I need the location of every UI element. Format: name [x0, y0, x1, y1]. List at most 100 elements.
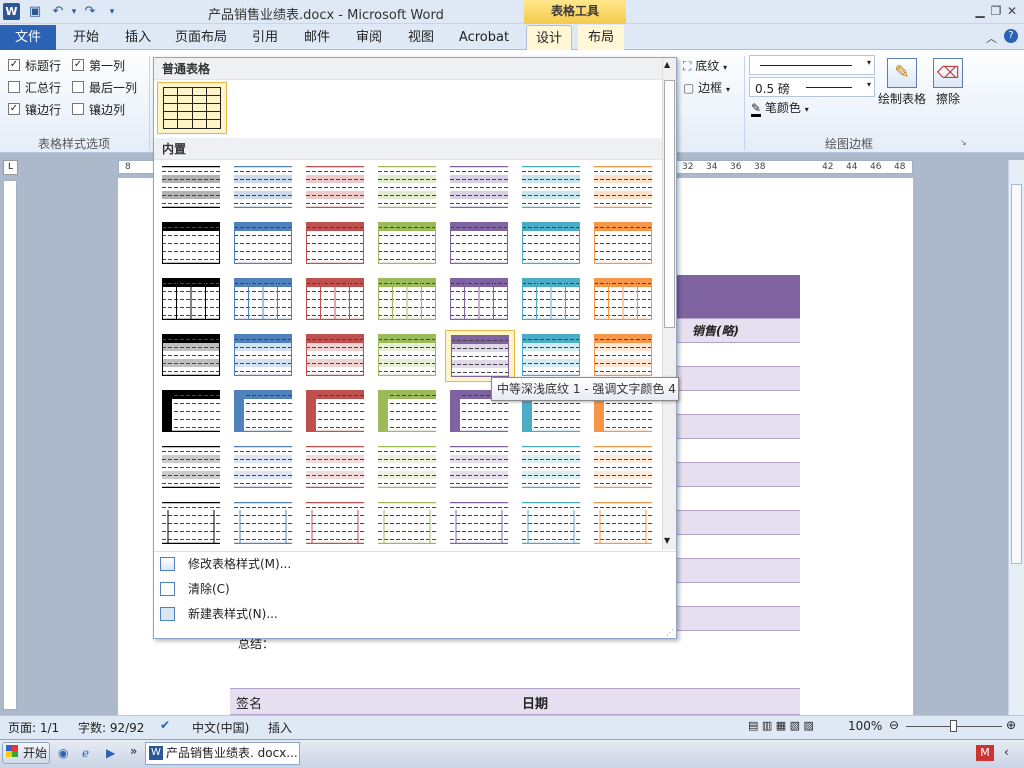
tab-home[interactable]: 开始: [64, 25, 108, 50]
style-thumb-0-1[interactable]: [229, 162, 299, 214]
internet-explorer-icon[interactable]: ℯ: [82, 746, 89, 760]
style-thumb-2-6[interactable]: [589, 274, 659, 326]
total-row-checkbox[interactable]: [8, 81, 20, 93]
style-thumb-2-5[interactable]: [517, 274, 587, 326]
new-table-style-menu-item[interactable]: 新建表样式(N)...: [154, 602, 676, 626]
gallery-scrollbar[interactable]: ▲ ▼: [662, 58, 676, 550]
style-thumb-2-2[interactable]: [301, 274, 371, 326]
style-thumb-4-3[interactable]: [373, 386, 443, 438]
summary-row[interactable]: 总结：: [230, 631, 800, 689]
tab-references[interactable]: 引用: [244, 25, 286, 50]
style-thumb-0-5[interactable]: [517, 162, 587, 214]
style-thumb-1-4[interactable]: [445, 218, 515, 270]
style-thumb-6-3[interactable]: [373, 498, 443, 550]
style-thumb-6-4[interactable]: [445, 498, 515, 550]
draw-table-button[interactable]: ✎ 绘制表格: [876, 56, 928, 112]
tab-view[interactable]: 视图: [400, 25, 442, 50]
style-thumb-5-0[interactable]: [157, 442, 227, 494]
tab-mailings[interactable]: 邮件: [296, 25, 338, 50]
line-weight-select[interactable]: 0.5 磅 ▾: [749, 77, 875, 97]
quicklaunch-icon[interactable]: ◉: [58, 746, 68, 760]
first-column-checkbox[interactable]: ✓: [72, 59, 84, 71]
style-thumb-2-3[interactable]: [373, 274, 443, 326]
style-thumb-3-2[interactable]: [301, 330, 371, 382]
style-thumb-1-1[interactable]: [229, 218, 299, 270]
page-count[interactable]: 页面: 1/1: [8, 719, 59, 736]
style-thumb-2-4[interactable]: [445, 274, 515, 326]
customize-quick-access-icon[interactable]: ▾: [104, 4, 120, 20]
save-icon[interactable]: ▣: [27, 4, 43, 20]
scroll-down-icon[interactable]: ▼: [664, 536, 670, 545]
tray-chevron-icon[interactable]: ‹: [1004, 745, 1009, 759]
style-thumb-4-2[interactable]: [301, 386, 371, 438]
word-count[interactable]: 字数: 92/92: [78, 719, 144, 736]
vertical-ruler[interactable]: [3, 180, 17, 710]
banded-columns-checkbox[interactable]: [72, 103, 84, 115]
style-thumb-0-4[interactable]: [445, 162, 515, 214]
scrollbar-thumb[interactable]: [1011, 184, 1022, 564]
style-thumb-6-1[interactable]: [229, 498, 299, 550]
style-thumb-1-6[interactable]: [589, 218, 659, 270]
word-app-icon[interactable]: W: [3, 3, 20, 20]
style-thumb-0-3[interactable]: [373, 162, 443, 214]
style-thumb-5-4[interactable]: [445, 442, 515, 494]
gallery-scroll-thumb[interactable]: [664, 80, 675, 328]
pen-color-button[interactable]: ✎ 笔颜色 ▾: [751, 99, 823, 117]
tab-insert[interactable]: 插入: [116, 25, 160, 50]
tab-layout[interactable]: 布局: [578, 25, 624, 50]
style-thumb-0-2[interactable]: [301, 162, 371, 214]
redo-icon[interactable]: ↷: [82, 4, 98, 20]
style-thumb-6-5[interactable]: [517, 498, 587, 550]
style-thumb-4-1[interactable]: [229, 386, 299, 438]
zoom-slider-thumb[interactable]: [950, 720, 957, 732]
table-styles-gallery[interactable]: 普通表格 内置 ▲ ▼ 修改表格样式(M)... 清除(C) 新建表样式(N).…: [153, 57, 677, 639]
last-column-checkbox[interactable]: [72, 81, 84, 93]
tab-page-layout[interactable]: 页面布局: [168, 25, 234, 50]
undo-dropdown-icon[interactable]: ▾: [66, 4, 82, 20]
style-thumb-1-0[interactable]: [157, 218, 227, 270]
collapse-ribbon-icon[interactable]: ︿: [986, 30, 997, 46]
builtin-styles-grid[interactable]: [154, 162, 662, 550]
restore-icon[interactable]: ❐: [988, 3, 1004, 19]
eraser-button[interactable]: ⌫ 擦除: [930, 56, 966, 112]
borders-button[interactable]: ▢ 边框 ▾: [683, 79, 743, 97]
style-thumb-6-6[interactable]: [589, 498, 659, 550]
style-thumb-3-5[interactable]: [517, 330, 587, 382]
zoom-out-icon[interactable]: ⊖: [889, 718, 899, 732]
style-thumb-1-5[interactable]: [517, 218, 587, 270]
tab-design[interactable]: 设计: [526, 25, 572, 50]
taskbar-word-document[interactable]: 产品销售业绩表. docx...: [145, 742, 300, 765]
view-buttons-icon[interactable]: ▤ ▥ ▦ ▧ ▨: [748, 719, 814, 732]
vertical-scrollbar[interactable]: [1008, 160, 1024, 715]
style-thumb-1-3[interactable]: [373, 218, 443, 270]
help-icon[interactable]: ?: [1004, 29, 1018, 43]
style-thumb-6-2[interactable]: [301, 498, 371, 550]
resize-grip-icon[interactable]: ⋰: [666, 628, 674, 637]
tab-selector-icon[interactable]: L: [3, 160, 18, 175]
tab-file[interactable]: 文件: [0, 25, 56, 50]
header-row-checkbox[interactable]: ✓: [8, 59, 20, 71]
style-thumb-5-2[interactable]: [301, 442, 371, 494]
style-thumb-2-1[interactable]: [229, 274, 299, 326]
style-thumb-5-5[interactable]: [517, 442, 587, 494]
style-thumb-4-0[interactable]: [157, 386, 227, 438]
proofing-icon[interactable]: ✔: [160, 718, 170, 732]
style-thumb-5-3[interactable]: [373, 442, 443, 494]
zoom-level[interactable]: 100%: [848, 719, 882, 733]
banded-rows-checkbox[interactable]: ✓: [8, 103, 20, 115]
chevron-right-icon[interactable]: »: [130, 744, 137, 758]
tray-app-icon[interactable]: M: [976, 745, 994, 761]
style-thumb-1-2[interactable]: [301, 218, 371, 270]
modify-table-style-menu-item[interactable]: 修改表格样式(M)...: [154, 552, 676, 576]
scroll-up-icon[interactable]: ▲: [664, 60, 670, 69]
clear-table-style-menu-item[interactable]: 清除(C): [154, 577, 676, 601]
style-thumb-plain-grid[interactable]: [157, 82, 227, 134]
zoom-in-icon[interactable]: ⊕: [1006, 718, 1016, 732]
minimize-icon[interactable]: ▁: [972, 3, 988, 19]
style-thumb-3-1[interactable]: [229, 330, 299, 382]
tab-review[interactable]: 审阅: [348, 25, 390, 50]
close-icon[interactable]: ✕: [1004, 3, 1020, 19]
style-thumb-0-6[interactable]: [589, 162, 659, 214]
style-thumb-3-0[interactable]: [157, 330, 227, 382]
dialog-launcher-icon[interactable]: ↘: [960, 138, 967, 147]
